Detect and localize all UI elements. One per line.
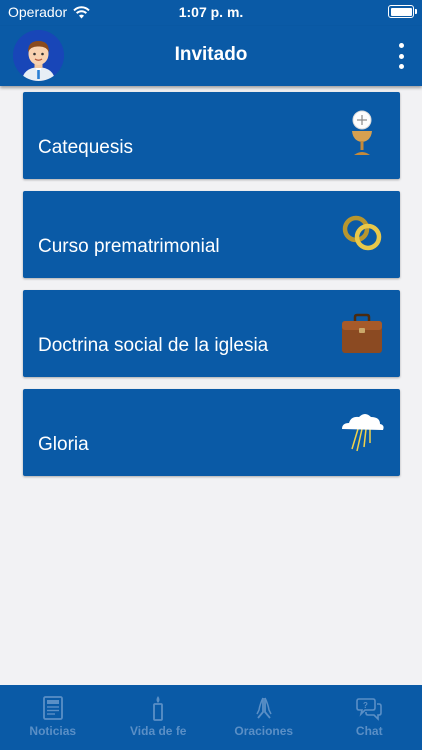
tab-label: Noticias [29, 724, 77, 738]
wedding-rings-icon [342, 215, 382, 251]
card-doctrina-social[interactable]: Doctrina social de la iglesia [23, 290, 400, 377]
card-label: Gloria [38, 434, 89, 455]
card-curso-prematrimonial[interactable]: Curso prematrimonial [23, 191, 400, 278]
tab-bar: Noticias Vida de fe Oraciones ? Chat [0, 685, 422, 750]
tab-label: Vida de fe [130, 724, 187, 738]
cloud-rays-icon [342, 414, 384, 452]
battery-icon [388, 5, 417, 18]
praying-hands-icon [256, 697, 272, 719]
card-catequesis[interactable]: Catequesis [23, 92, 400, 179]
nav-bar: Invitado [0, 26, 422, 86]
tab-oraciones[interactable]: Oraciones [211, 685, 317, 750]
tab-label: Oraciones [234, 724, 294, 738]
tab-noticias[interactable]: Noticias [0, 685, 106, 750]
page-title: Invitado [174, 44, 248, 65]
svg-text:?: ? [363, 701, 368, 710]
card-label: Catequesis [38, 137, 134, 158]
chat-bubbles-icon: ? [356, 698, 383, 721]
category-list: Catequesis Curso prematrimonial Doctrina… [23, 92, 400, 488]
candle-icon [153, 696, 164, 721]
tab-vida-de-fe[interactable]: Vida de fe [106, 685, 212, 750]
tab-label: Chat [355, 724, 383, 738]
more-options-icon[interactable] [396, 43, 406, 69]
clock: 1:07 p. m. [178, 4, 244, 20]
briefcase-icon [342, 313, 382, 353]
card-label: Curso prematrimonial [38, 236, 220, 257]
tab-chat[interactable]: ? Chat [317, 685, 422, 750]
card-gloria[interactable]: Gloria [23, 389, 400, 476]
card-label: Doctrina social de la iglesia [38, 335, 269, 356]
chalice-host-icon [352, 110, 372, 155]
status-bar: Operador 1:07 p. m. [0, 0, 422, 26]
newspaper-icon [42, 696, 63, 720]
